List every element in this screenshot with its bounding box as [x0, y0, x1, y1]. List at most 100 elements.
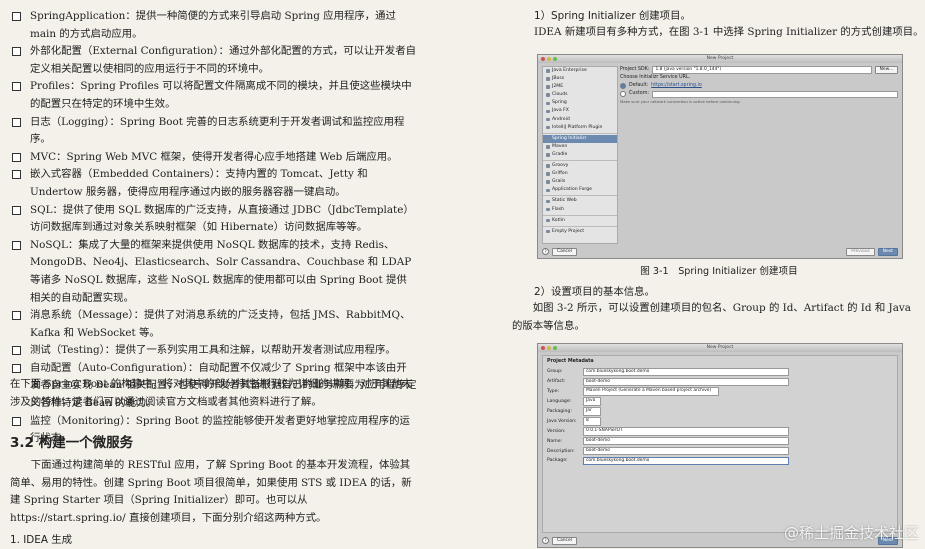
checkbox-bullet-icon: [12, 152, 21, 162]
window-controls-icon: [541, 57, 557, 61]
window-controls-icon: [541, 346, 557, 350]
sidebar-item[interactable]: Maven: [543, 143, 617, 151]
name-input[interactable]: boot-demo: [583, 436, 789, 446]
field-row: Type: Maven Project (Generate a Maven bas…: [543, 387, 897, 397]
sidebar-item[interactable]: Groovy: [543, 162, 617, 170]
sub-heading: 1. IDEA 生成: [10, 534, 73, 546]
checkbox-bullet-icon: [12, 170, 21, 180]
sidebar-item[interactable]: Java Enterprise: [543, 67, 617, 75]
list-item: MVC：Spring Web MVC 框架，使得开发者得心应手地搭建 Web 后…: [10, 149, 417, 167]
window-titlebar: New Project: [538, 344, 902, 352]
metadata-header: Project Metadata: [547, 359, 594, 364]
list-item: Profiles：Spring Profiles 可以将配置文件隔离成不同的模块…: [10, 78, 417, 113]
group-input[interactable]: com.blueskykong.boot.demo: [583, 367, 789, 377]
checkbox-bullet-icon: [12, 117, 21, 127]
field-row: Name: boot-demo: [543, 436, 897, 446]
new-sdk-button[interactable]: New...: [874, 66, 898, 74]
sidebar-item[interactable]: Clouds: [543, 91, 617, 99]
divider: [543, 195, 617, 197]
field-row: Java Version: 8: [543, 416, 897, 426]
sidebar-item[interactable]: Spring: [543, 99, 617, 107]
custom-radio[interactable]: [620, 91, 626, 97]
sidebar-item[interactable]: Application Forge: [543, 186, 617, 194]
sidebar-item[interactable]: Grails: [543, 178, 617, 186]
previous-button[interactable]: Previous: [846, 247, 875, 256]
java-version-select[interactable]: 8: [583, 417, 601, 426]
network-note: Make sure your network connection is act…: [620, 99, 741, 104]
sidebar-item-selected[interactable]: Spring Initializr: [543, 134, 617, 143]
sidebar-item[interactable]: J2ME: [543, 83, 617, 91]
field-row: Language: Java: [543, 397, 897, 407]
sidebar-item[interactable]: IntelliJ Platform Plugin: [543, 124, 617, 132]
next-button[interactable]: Next: [877, 247, 898, 256]
sidebar-item[interactable]: JBoss: [543, 75, 617, 83]
sidebar-item[interactable]: Griffon: [543, 170, 617, 178]
sidebar-item[interactable]: Empty Project: [543, 228, 617, 236]
figure-3-1-screenshot: New Project Java Enterprise JBoss J2ME C…: [537, 54, 903, 259]
list-item: SpringApplication：提供一种简便的方式来引导启动 Spring …: [10, 8, 417, 43]
summary-paragraph: 在下面 Spring Boot 的构建中，将对其中的部分特性进行较为详细的讲解，…: [10, 378, 413, 408]
list-item: 消息系统（Message）：提供了对消息系统的广泛支持，包括 JMS、Rabbi…: [10, 307, 417, 342]
field-row: Package: com.blueskykong.boot.demo: [543, 456, 897, 466]
sidebar-item[interactable]: Static Web: [543, 197, 617, 205]
language-select[interactable]: Java: [583, 397, 601, 406]
help-icon[interactable]: ?: [542, 537, 549, 544]
list-item: 嵌入式容器（Embedded Containers）：支持内置的 Tomcat、…: [10, 166, 417, 201]
step2-title: 2）设置项目的基本信息。: [534, 286, 655, 298]
packaging-select[interactable]: Jar: [583, 407, 601, 416]
divider: [543, 132, 617, 134]
checkbox-bullet-icon: [12, 240, 21, 250]
project-metadata-panel: Project Metadata Group: com.blueskykong.b…: [542, 355, 898, 533]
choose-label: Choose Initializr Service URL.: [620, 75, 691, 80]
sidebar-item[interactable]: Java FX: [543, 107, 617, 115]
left-column: SpringApplication：提供一种简便的方式来引导启动 Spring …: [0, 0, 500, 549]
sidebar-item[interactable]: Android: [543, 116, 617, 124]
list-item: SQL：提供了使用 SQL 数据库的广泛支持，从直接通过 JDBC（JdbcTe…: [10, 202, 417, 237]
checkbox-bullet-icon: [12, 363, 21, 373]
list-item: 外部化配置（External Configuration）：通过外部化配置的方式…: [10, 43, 417, 78]
default-url-link[interactable]: https://start.spring.io: [651, 82, 702, 90]
step1-title: 1）Spring Initializer 创建项目。: [534, 10, 691, 22]
section-title: 3.2 构建一个微服务: [10, 435, 134, 451]
initializr-settings: Project SDK: 1.8 (java version "1.8.0_14…: [620, 66, 898, 106]
divider: [543, 160, 617, 162]
checkbox-bullet-icon: [12, 346, 21, 356]
figure-3-2-screenshot: New Project Project Metadata Group: com.b…: [537, 343, 903, 548]
field-row: Packaging: Jar: [543, 407, 897, 417]
field-row: Group: com.blueskykong.boot.demo: [543, 367, 897, 377]
sidebar-item[interactable]: Flash: [543, 206, 617, 214]
right-column: 1）Spring Initializer 创建项目。 IDEA 新建项目有多种方…: [512, 0, 925, 549]
divider: [543, 214, 617, 216]
sidebar-item[interactable]: Gradle: [543, 151, 617, 159]
sidebar-item[interactable]: Kotlin: [543, 217, 617, 225]
list-item: NoSQL：集成了大量的框架来提供使用 NoSQL 数据库的技术，支持 Redi…: [10, 237, 417, 307]
field-row: Version: 0.0.1-SNAPSHOT: [543, 426, 897, 436]
package-input[interactable]: com.blueskykong.boot.demo: [583, 456, 789, 466]
divider: [543, 225, 617, 227]
list-item: 日志（Logging）：Spring Boot 完善的日志系统更利于开发者调试和…: [10, 114, 417, 149]
help-icon[interactable]: ?: [542, 248, 549, 255]
artifact-input[interactable]: boot-demo: [583, 377, 789, 387]
list-item: 测试（Testing）：提供了一系列实用工具和注解，以帮助开发者测试应用程序。: [10, 342, 417, 360]
cancel-button[interactable]: Cancel: [552, 536, 577, 545]
checkbox-bullet-icon: [12, 12, 21, 21]
field-row: Artifact: boot-demo: [543, 377, 897, 387]
custom-url-input[interactable]: [652, 90, 898, 98]
checkbox-bullet-icon: [12, 416, 21, 426]
default-label: Default:: [629, 83, 649, 88]
type-select[interactable]: Maven Project (Generate a Maven based pr…: [583, 387, 719, 396]
watermark: @稀土掘金技术社区: [783, 524, 919, 542]
window-titlebar: New Project: [538, 55, 902, 63]
cancel-button[interactable]: Cancel: [552, 247, 577, 256]
figure-3-1-caption: 图 3-1 Spring Initializer 创建项目: [640, 266, 798, 277]
step2-text: 如图 3-2 所示，可以设置创建项目的包名、Group 的 Id、Artifac…: [512, 302, 911, 332]
sdk-label: Project SDK:: [620, 67, 650, 72]
sdk-select[interactable]: 1.8 (java version "1.8.0_144"): [652, 66, 872, 74]
custom-label: Custom:: [629, 91, 649, 96]
default-radio[interactable]: [620, 83, 626, 89]
step1-text: IDEA 新建项目有多种方式，在图 3-1 中选择 Spring Initial…: [534, 26, 924, 38]
description-input[interactable]: boot-demo: [583, 446, 789, 456]
version-input[interactable]: 0.0.1-SNAPSHOT: [583, 427, 789, 436]
dialog-footer: ? Cancel Previous Next: [542, 247, 898, 256]
project-type-sidebar: Java Enterprise JBoss J2ME Clouds Spring…: [542, 66, 618, 244]
